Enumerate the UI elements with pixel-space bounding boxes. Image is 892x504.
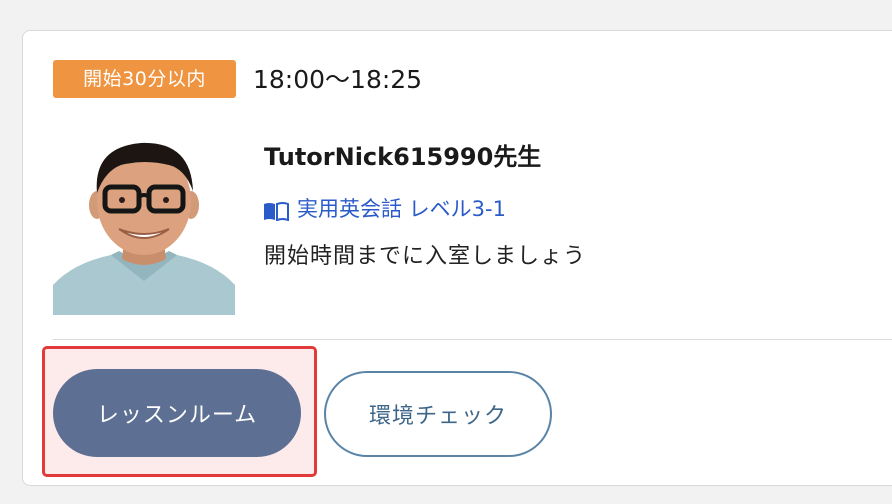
- status-badge: 開始30分以内: [53, 60, 236, 98]
- entry-note: 開始時間までに入室しましょう: [264, 244, 587, 269]
- course-link[interactable]: 実用英会話 レベル3-1: [263, 194, 506, 224]
- book-icon: [263, 199, 289, 222]
- lesson-card: 開始30分以内 18:00〜18:25 TutorNick615990先生 実用…: [22, 30, 892, 486]
- card-divider: [53, 339, 892, 340]
- tutor-avatar: [53, 135, 235, 315]
- environment-check-button[interactable]: 環境チェック: [324, 371, 552, 457]
- lesson-time: 18:00〜18:25: [253, 65, 423, 94]
- course-label[interactable]: 実用英会話 レベル3-1: [297, 194, 506, 224]
- lesson-room-button[interactable]: レッスンルーム: [53, 369, 301, 457]
- tutor-name: TutorNick615990先生: [264, 143, 542, 171]
